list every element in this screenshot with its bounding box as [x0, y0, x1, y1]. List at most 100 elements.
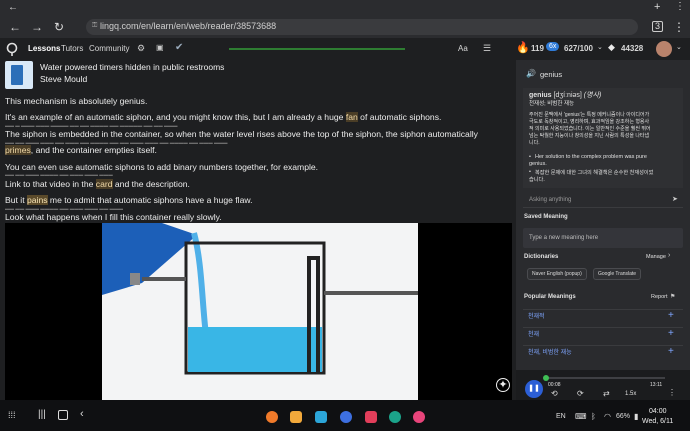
loop-icon[interactable]: ⇄ — [603, 389, 610, 398]
tabs-icon[interactable]: 3 — [652, 21, 663, 32]
clock-time: 04:00 — [649, 408, 667, 415]
lock-icon: ⚿ — [92, 22, 98, 29]
tab-lessons[interactable]: Lessons — [28, 44, 60, 53]
audio-progress-thumb[interactable] — [543, 375, 549, 381]
gallery-app-icon[interactable] — [315, 411, 327, 423]
check-icon[interactable]: ✔ — [175, 42, 183, 53]
menu-icon[interactable]: ⋮ — [672, 20, 686, 34]
sentence-4[interactable]: primes, and the container empties itself… — [5, 145, 157, 155]
lesson-title[interactable]: Water powered timers hidden in public re… — [40, 62, 224, 72]
sentence-6[interactable]: Link to that video in the card and the d… — [5, 179, 190, 189]
example-bullet: • — [529, 169, 531, 175]
lingq-word-card[interactable]: card — [95, 179, 113, 189]
add-meaning-icon[interactable]: + — [668, 346, 674, 357]
sentence-8[interactable]: Look what happens when I fill this conta… — [5, 212, 222, 222]
screen-recorder-app-icon[interactable] — [365, 411, 377, 423]
lingq-word-fan[interactable]: fan — [345, 112, 358, 122]
sentence-5[interactable]: You can even use automatic siphons to ad… — [5, 162, 318, 172]
sentence-3[interactable]: The siphon is embedded in the container,… — [5, 129, 478, 139]
multiplier-badge: 6x — [546, 42, 560, 51]
send-icon[interactable]: ➤ — [672, 195, 678, 203]
goal-dropdown-icon[interactable]: ⌄ — [597, 43, 603, 51]
dictionaries-heading: Dictionaries — [524, 254, 559, 260]
back-arrow-icon[interactable]: ← — [8, 2, 18, 13]
add-meaning-icon[interactable]: + — [668, 310, 674, 321]
firefox-app-icon[interactable] — [266, 411, 278, 423]
speaker-icon[interactable]: 🔊 — [526, 69, 536, 78]
tab-tutors[interactable]: Tutors — [61, 44, 83, 53]
address-bar-row: ← → ↻ ⚿ lingq.com/en/learn/en/web/reader… — [0, 16, 690, 38]
back-icon[interactable]: ← — [8, 20, 22, 34]
forward-icon[interactable]: ⟳ — [577, 389, 584, 398]
language-indicator[interactable]: EN — [556, 413, 566, 420]
sentence-1[interactable]: This mechanism is absolutely genius. — [5, 96, 147, 106]
sentence-7[interactable]: But it pains me to admit that automatic … — [5, 195, 252, 205]
new-meaning-placeholder[interactable]: Type a new meaning here — [529, 235, 598, 241]
lesson-progress-bar — [229, 48, 405, 50]
definition-line: 니다. — [529, 140, 540, 146]
flag-icon[interactable]: ⚑ — [670, 293, 675, 300]
account-dropdown-icon[interactable]: ⌄ — [676, 43, 682, 51]
sentence-2[interactable]: It's an example of an automatic siphon, … — [5, 112, 441, 122]
lesson-author[interactable]: Steve Mould — [40, 74, 87, 84]
lingq-word-primes[interactable]: primes — [5, 145, 31, 155]
report-link[interactable]: Report — [651, 294, 668, 300]
wifi-icon: ◠ — [604, 412, 611, 421]
saved-meaning-heading: Saved Meaning — [524, 214, 568, 220]
reload-icon[interactable]: ↻ — [52, 20, 66, 34]
lingq-logo-icon[interactable] — [6, 42, 18, 56]
folder-app-icon[interactable] — [290, 411, 302, 423]
more-options-icon[interactable]: ⋮ — [668, 388, 676, 397]
example-bullet: • — [529, 154, 531, 160]
avatar[interactable] — [656, 41, 672, 57]
example-english-cont: genius. — [529, 161, 547, 167]
definition-line: 넘는 탁월한 지능이나 창의성을 지닌 사람의 특성을 나타냅 — [529, 133, 650, 139]
translation-hint: ▬▬ ▬▬ ▬▬▬ ▬▬▬▬ ▬▬ ▬▬▬ ▬▬▬ ▬▬▬ — [5, 172, 113, 177]
rewind-icon[interactable]: ⟲ — [551, 389, 558, 398]
popular-meaning-item[interactable]: 천재 — [523, 327, 683, 342]
popular-meaning-item[interactable]: 천재적 — [523, 309, 683, 324]
sliders-icon[interactable]: ☰ — [483, 43, 491, 54]
add-icon[interactable]: + — [654, 1, 660, 13]
chevron-right-icon[interactable]: › — [668, 252, 670, 259]
translation-hint: ▬▬ ▬ ▬▬▬ ▬▬▬ ▬▬▬▬ ▬▬ ▬▬ ▬▬▬▬ ▬▬ ▬▬▬▬▬ ▬▬… — [5, 123, 178, 128]
recents-icon[interactable]: ||| — [38, 409, 46, 420]
daily-goal-progress: 627/100 — [564, 44, 593, 53]
home-icon[interactable] — [58, 410, 68, 420]
example-korean: 복잡한 문제에 대한 그녀의 해결책은 순수한 천재성이었 — [535, 170, 654, 176]
save-icon[interactable]: ▣ — [156, 43, 164, 52]
browser-status-bar: ← + ⋮ — [0, 0, 690, 16]
video-frame[interactable] — [102, 223, 418, 400]
back-nav-icon[interactable]: ‹ — [80, 408, 84, 420]
lesson-thumbnail — [5, 61, 33, 89]
clock-date: Wed, 6/11 — [642, 418, 674, 425]
tab-community[interactable]: Community — [89, 44, 129, 53]
example-korean-cont: 습니다. — [529, 177, 545, 183]
add-meaning-icon[interactable]: + — [668, 328, 674, 339]
battery-icon: ▮ — [634, 412, 639, 421]
play-pause-button[interactable]: ❚❚ — [525, 380, 543, 398]
definition-line: 극도로 독창적이고, 영리하며, 효과적임을 강조하는 형용사 — [529, 119, 650, 125]
definition-line: 적 의미로 사용되었습니다. 이는 일반적인 수준을 훨씬 뛰어 — [529, 126, 651, 132]
grid-icon[interactable]: ⁞⁞⁞ — [8, 410, 16, 420]
edge-app-icon[interactable] — [389, 411, 401, 423]
flower-app-icon[interactable] — [413, 411, 425, 423]
ask-input[interactable]: Asking anything — [529, 197, 571, 203]
settings-gear-icon[interactable]: ⚙ — [137, 43, 145, 54]
translation-hint: ▬▬ ▬▬ ▬▬▬ ▬▬▬▬ ▬▬ ▬▬▬ ▬▬▬ ▬▬ ▬▬▬ — [5, 206, 124, 211]
popular-meaning-item[interactable]: 천재, 비범한 재능 — [523, 345, 683, 360]
streak-count: 119 — [531, 44, 544, 53]
example-english: Her solution to the complex problem was … — [535, 154, 647, 160]
manage-link[interactable]: Manage — [646, 254, 666, 260]
playback-speed[interactable]: 1.5x — [625, 391, 636, 397]
lightbulb-icon[interactable]: ✦ — [496, 378, 510, 392]
dictionary-google-button[interactable]: Google Translate — [593, 268, 642, 280]
font-size-button[interactable]: Aa — [458, 44, 468, 53]
more-icon[interactable]: ⋮ — [675, 1, 685, 12]
sync-app-icon[interactable] — [340, 411, 352, 423]
audio-progress-track[interactable] — [545, 377, 665, 379]
forward-icon[interactable]: → — [30, 20, 44, 34]
keyboard-icon[interactable]: ⌨ — [575, 412, 587, 421]
lingq-word-pains[interactable]: pains — [26, 195, 48, 205]
dictionary-naver-button[interactable]: Naver English (popup) — [527, 268, 587, 280]
